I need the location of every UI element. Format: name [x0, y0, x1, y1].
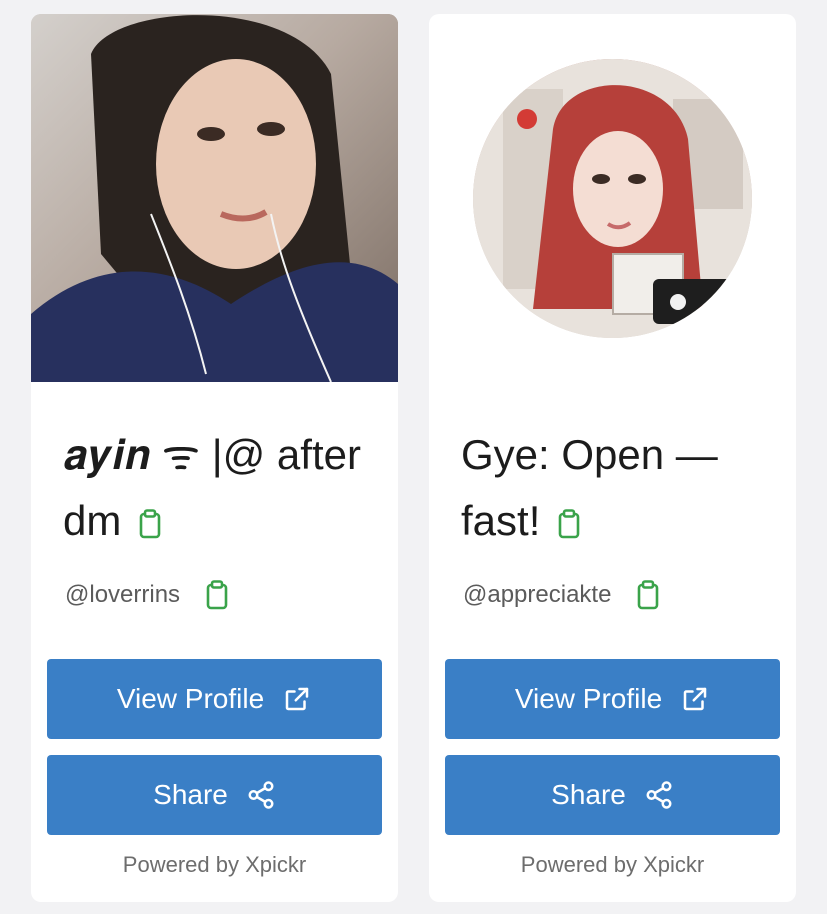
view-profile-label: View Profile: [116, 683, 265, 714]
external-link-icon: [285, 687, 309, 711]
clipboard-icon[interactable]: [558, 509, 580, 539]
handle-row: @appreciakte: [463, 580, 659, 610]
external-link-icon: [683, 687, 707, 711]
share-label: Share: [551, 779, 626, 810]
profile-avatar-art: [473, 59, 752, 338]
share-icon: [646, 781, 672, 809]
profile-avatar: [473, 59, 752, 338]
profile-card-loverrins: 𝒂𝒚𝒊𝒏 ᯤ |@ after dm @loverrins View Profi…: [31, 14, 398, 902]
profile-photo: [31, 14, 398, 383]
profile-handle: @appreciakte: [463, 581, 612, 608]
profile-card-appreciakte: Gye: Open — fast! @appreciakte View Prof…: [429, 14, 796, 902]
share-button[interactable]: Share: [47, 755, 382, 835]
clipboard-icon[interactable]: [206, 580, 228, 610]
view-profile-button[interactable]: View Profile: [445, 659, 780, 739]
view-profile-button[interactable]: View Profile: [47, 659, 382, 739]
profile-photo-art: [31, 14, 398, 383]
powered-by-text: Powered by Xpickr: [520, 852, 705, 877]
powered-by-text: Powered by Xpickr: [122, 852, 307, 877]
profile-display-name: 𝒂𝒚𝒊𝒏 ᯤ |@ after dm: [63, 422, 383, 554]
display-name-text: 𝒂𝒚𝒊𝒏 ᯤ |@ after dm: [63, 431, 373, 544]
clipboard-icon[interactable]: [637, 580, 659, 610]
view-profile-label: View Profile: [514, 683, 663, 714]
share-icon: [248, 781, 274, 809]
handle-row: @loverrins: [65, 580, 228, 610]
share-label: Share: [153, 779, 228, 810]
profile-display-name: Gye: Open — fast!: [461, 422, 781, 554]
profile-handle: @loverrins: [65, 581, 181, 608]
clipboard-icon[interactable]: [139, 509, 161, 539]
share-button[interactable]: Share: [445, 755, 780, 835]
display-name-text: Gye: Open — fast!: [461, 431, 730, 544]
